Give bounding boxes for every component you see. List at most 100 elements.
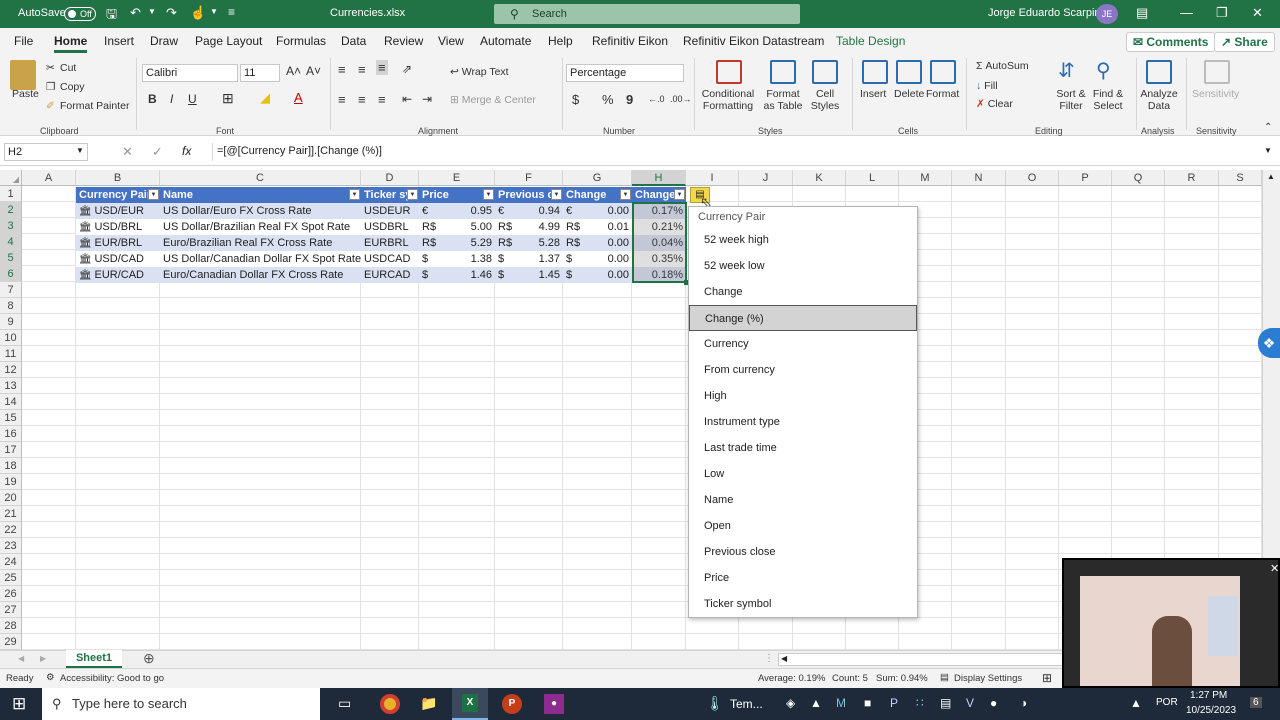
- powerpoint-icon[interactable]: P: [502, 694, 522, 714]
- field-option[interactable]: Currency: [689, 331, 917, 357]
- filter-dropdown-icon[interactable]: ▼: [483, 189, 494, 200]
- tab-refinitiv-eikon[interactable]: Refinitiv Eikon: [592, 34, 668, 48]
- copy-icon[interactable]: ❐: [46, 81, 55, 93]
- row-header-28[interactable]: 28: [0, 618, 22, 634]
- column-header-d[interactable]: D: [361, 170, 419, 186]
- find-select-button[interactable]: Find & Select: [1088, 88, 1128, 112]
- column-header-g[interactable]: G: [563, 170, 632, 186]
- language-indicator[interactable]: POR: [1156, 697, 1178, 708]
- insert-cells-button[interactable]: Insert: [860, 88, 886, 100]
- align-bottom-icon[interactable]: ≡: [376, 60, 388, 75]
- tab-automate[interactable]: Automate: [480, 34, 531, 48]
- accessibility-status[interactable]: Accessibility: Good to go: [60, 673, 164, 684]
- undo-dropdown-icon[interactable]: ▼: [148, 7, 156, 16]
- price-currency-cell[interactable]: R$: [419, 235, 449, 251]
- tab-draw[interactable]: Draw: [150, 34, 178, 48]
- tray-icon-6[interactable]: ▤: [940, 696, 951, 710]
- currency-icon[interactable]: $: [572, 92, 579, 107]
- row-header-21[interactable]: 21: [0, 506, 22, 522]
- copy-button[interactable]: Copy: [60, 81, 85, 93]
- previous-close-currency-cell[interactable]: $: [495, 267, 525, 283]
- analyze-data-button[interactable]: Analyze Data: [1140, 88, 1178, 112]
- table-header-cell[interactable]: Ticker sy ▼: [361, 187, 419, 203]
- webcam-close-icon[interactable]: ✕: [1270, 562, 1279, 575]
- currency-pair-cell[interactable]: 🏛 USD/EUR: [76, 203, 160, 219]
- row-header-12[interactable]: 12: [0, 362, 22, 378]
- table-header-cell[interactable]: Change ▼: [563, 187, 632, 203]
- align-top-icon[interactable]: ≡: [338, 62, 346, 77]
- align-left-icon[interactable]: ≡: [338, 92, 346, 107]
- row-header-6[interactable]: 6: [0, 266, 22, 282]
- align-middle-icon[interactable]: ≡: [358, 62, 366, 77]
- tab-insert[interactable]: Insert: [104, 34, 134, 48]
- split-icon[interactable]: ⋮: [764, 653, 774, 664]
- font-family-select[interactable]: Calibri: [142, 64, 238, 82]
- insert-cells-icon[interactable]: [862, 60, 888, 84]
- column-header-p[interactable]: P: [1059, 170, 1112, 186]
- format-cells-button[interactable]: Format: [926, 88, 959, 100]
- row-header-26[interactable]: 26: [0, 586, 22, 602]
- tab-refinitiv-datastream[interactable]: Refinitiv Eikon Datastream: [683, 34, 824, 48]
- cut-button[interactable]: Cut: [60, 62, 76, 74]
- row-header-13[interactable]: 13: [0, 378, 22, 394]
- format-as-table-button[interactable]: Format as Table: [760, 88, 806, 112]
- filter-dropdown-icon[interactable]: ▼: [551, 189, 562, 200]
- avatar[interactable]: JE: [1096, 4, 1118, 24]
- change-currency-cell[interactable]: R$: [563, 219, 593, 235]
- tab-page-layout[interactable]: Page Layout: [195, 34, 262, 48]
- sheet-next-icon[interactable]: ▶: [40, 654, 46, 663]
- change-currency-cell[interactable]: €: [563, 203, 593, 219]
- column-header-f[interactable]: F: [495, 170, 563, 186]
- accessibility-icon[interactable]: ⚙: [46, 672, 55, 683]
- windows-start-icon[interactable]: ⊞: [12, 694, 26, 714]
- stock-data-type-icon[interactable]: 🏛: [79, 222, 94, 233]
- enter-icon[interactable]: ✓: [152, 144, 163, 160]
- tab-review[interactable]: Review: [384, 34, 423, 48]
- add-sheet-icon[interactable]: ⊕: [143, 650, 155, 667]
- price-cell[interactable]: 1.38: [449, 251, 495, 267]
- touch-dropdown-icon[interactable]: ▼: [210, 7, 218, 16]
- field-option[interactable]: Change (%): [689, 305, 917, 331]
- row-header-9[interactable]: 9: [0, 314, 22, 330]
- merge-center-button[interactable]: ⊞ Merge & Center: [450, 94, 536, 106]
- field-option[interactable]: High: [689, 383, 917, 409]
- bluetooth-icon[interactable]: ∷: [916, 696, 924, 710]
- orientation-icon[interactable]: ⇗: [402, 62, 412, 76]
- row-header-27[interactable]: 27: [0, 602, 22, 618]
- previous-close-cell[interactable]: 0.94: [525, 203, 563, 219]
- undo-icon[interactable]: ↶: [130, 5, 141, 21]
- price-currency-cell[interactable]: $: [419, 251, 449, 267]
- previous-close-currency-cell[interactable]: R$: [495, 235, 525, 251]
- table-header-cell[interactable]: Change ▼: [632, 187, 686, 203]
- expand-formula-icon[interactable]: ▼: [1264, 146, 1272, 155]
- format-painter-icon[interactable]: ✐: [46, 100, 55, 112]
- normal-view-icon[interactable]: ⊞: [1042, 671, 1052, 685]
- field-option[interactable]: 52 week low: [689, 253, 917, 279]
- minimize-icon[interactable]: —: [1180, 5, 1193, 20]
- fill-color-icon[interactable]: ◢: [260, 90, 270, 106]
- change-cell[interactable]: 0.00: [593, 251, 632, 267]
- previous-close-cell[interactable]: 1.37: [525, 251, 563, 267]
- previous-close-currency-cell[interactable]: €: [495, 203, 525, 219]
- stock-data-type-icon[interactable]: 🏛: [79, 270, 94, 281]
- clock-date[interactable]: 10/25/2023: [1186, 705, 1236, 716]
- change-currency-cell[interactable]: R$: [563, 235, 593, 251]
- clear-button[interactable]: ✗ Clear: [976, 98, 1013, 110]
- change-cell[interactable]: 0.00: [593, 235, 632, 251]
- field-option[interactable]: From currency: [689, 357, 917, 383]
- table-header-cell[interactable]: Price ▼: [419, 187, 495, 203]
- row-header-14[interactable]: 14: [0, 394, 22, 410]
- column-header-h[interactable]: H: [632, 170, 686, 186]
- stock-data-type-icon[interactable]: 🏛: [79, 254, 94, 265]
- column-header-b[interactable]: B: [76, 170, 160, 186]
- row-header-25[interactable]: 25: [0, 570, 22, 586]
- ticker-cell[interactable]: EURCAD: [361, 267, 419, 283]
- scroll-up-icon[interactable]: ▲: [1267, 172, 1275, 181]
- name-cell[interactable]: US Dollar/Brazilian Real FX Spot Rate: [160, 219, 361, 235]
- bold-icon[interactable]: B: [148, 92, 157, 106]
- row-header-16[interactable]: 16: [0, 426, 22, 442]
- cancel-icon[interactable]: ✕: [122, 144, 133, 160]
- share-button[interactable]: ↗ Share: [1214, 32, 1275, 52]
- row-header-8[interactable]: 8: [0, 298, 22, 314]
- change-currency-cell[interactable]: $: [563, 251, 593, 267]
